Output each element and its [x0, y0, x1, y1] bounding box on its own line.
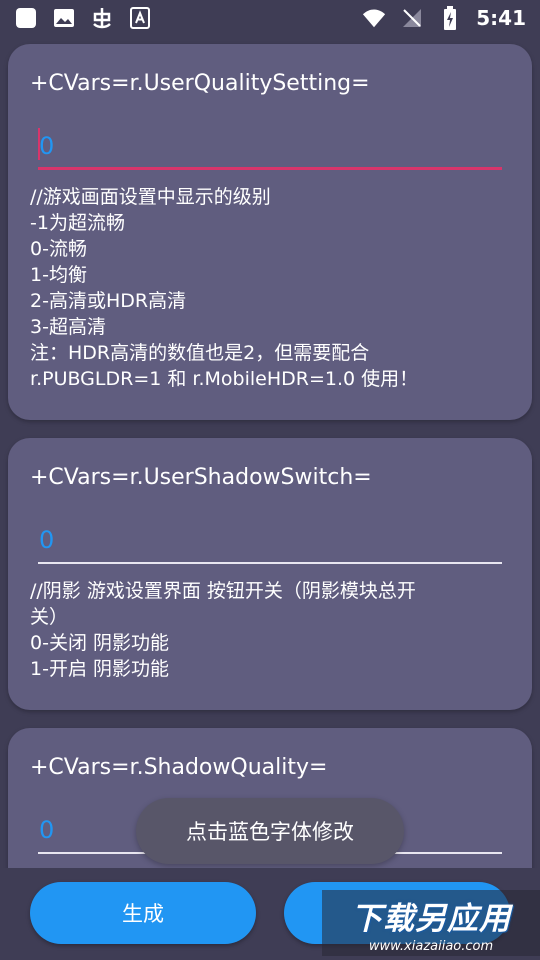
watermark-title: 下载另应用	[351, 900, 511, 937]
setting-value[interactable]: 0	[38, 132, 54, 160]
sim-a-icon	[128, 6, 152, 30]
status-bar: 5:41	[0, 0, 540, 36]
setting-card-shadow-switch: +CVars=r.UserShadowSwitch= 0 //阴影 游戏设置界面…	[8, 438, 532, 710]
image-icon	[52, 6, 76, 30]
text-cursor	[38, 128, 40, 160]
battery-charging-icon	[438, 6, 462, 30]
setting-title: +CVars=r.UserShadowSwitch=	[30, 465, 372, 490]
setting-description: //游戏画面设置中显示的级别 -1为超流畅 0-流畅 1-均衡 2-高清或HDR…	[30, 186, 419, 390]
setting-value-field[interactable]: 0	[38, 518, 502, 564]
setting-title: +CVars=r.ShadowQuality=	[30, 755, 328, 780]
setting-title: +CVars=r.UserQualitySetting=	[30, 71, 370, 96]
settings-list[interactable]: +CVars=r.UserQualitySetting= 0 //游戏画面设置中…	[0, 36, 540, 868]
setting-description: //阴影 游戏设置界面 按钮开关（阴影模块总开 关） 0-关闭 阴影功能 1-开…	[30, 580, 416, 680]
bug-icon	[90, 6, 114, 30]
watermark-url: www.xiazaiiao.com	[368, 938, 494, 954]
setting-card-quality: +CVars=r.UserQualitySetting= 0 //游戏画面设置中…	[8, 44, 532, 420]
setting-value-field[interactable]: 0	[38, 124, 502, 170]
setting-value[interactable]: 0	[38, 816, 54, 844]
watermark-logo: 下载另应用 www.xiazaiiao.com	[322, 890, 540, 956]
status-bar-system: 5:41	[362, 6, 526, 30]
generate-button[interactable]: 生成	[30, 882, 256, 944]
status-time: 5:41	[476, 6, 526, 30]
app-square-icon	[14, 6, 38, 30]
wifi-icon	[362, 6, 386, 30]
status-bar-notifications	[14, 6, 152, 30]
setting-value[interactable]: 0	[38, 526, 54, 554]
no-sim-icon	[400, 6, 424, 30]
toast-message: 点击蓝色字体修改	[136, 798, 404, 864]
